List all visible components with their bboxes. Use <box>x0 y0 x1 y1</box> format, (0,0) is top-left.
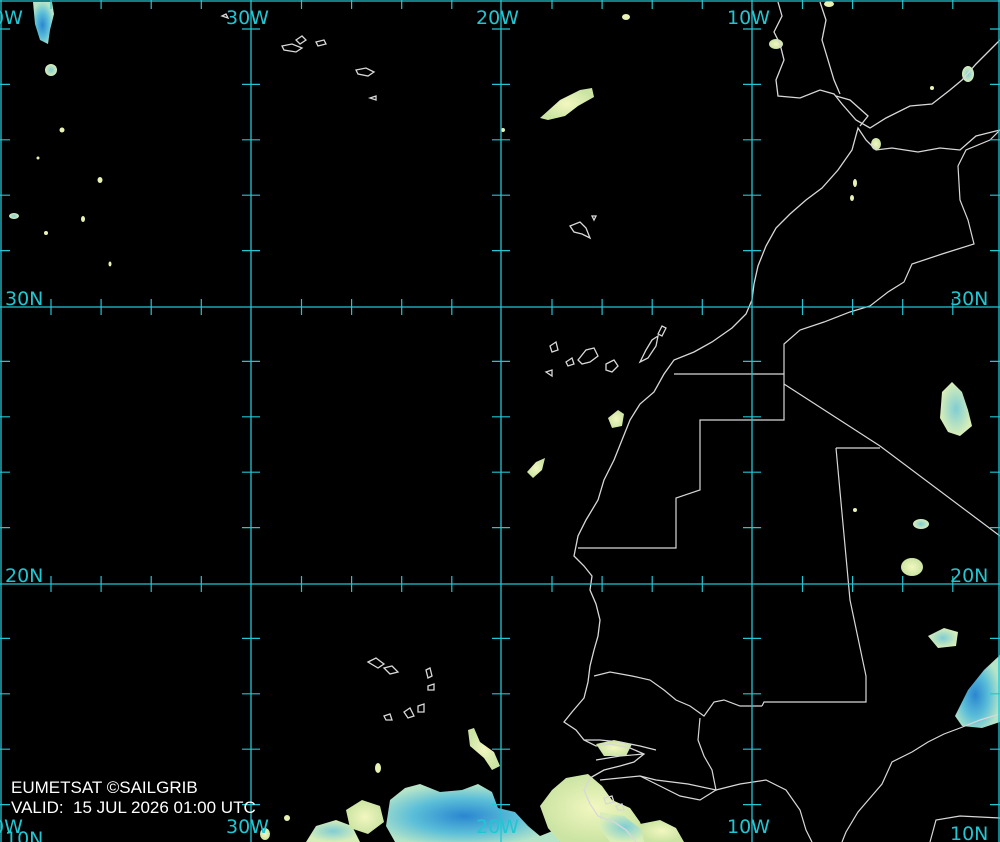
lon-label-bottom-20w: 20W <box>476 816 519 838</box>
lon-label-top-40w: 0W <box>0 7 23 29</box>
cloud-patch <box>824 1 834 7</box>
cloud-patch <box>36 156 40 160</box>
cloud-patch <box>9 213 19 219</box>
cloud-patch <box>45 64 57 76</box>
cloud-patch <box>108 261 112 267</box>
cloud-patch <box>81 216 85 222</box>
lon-label-bottom-10w: 10W <box>727 816 770 838</box>
lon-label-top-30w: 30W <box>226 7 269 29</box>
map-background <box>0 0 1000 842</box>
credit-line: EUMETSAT ©SAILGRIB <box>11 778 198 797</box>
lat-label-left-20n: 20N <box>5 565 43 587</box>
lon-label-bottom-40w: 0W <box>0 816 23 838</box>
lon-label-top-20w: 20W <box>476 7 519 29</box>
cloud-patch <box>853 179 857 187</box>
cloud-patch <box>44 231 48 235</box>
cloud-patch <box>853 508 857 512</box>
valid-time-line: VALID: 15 JUL 2026 01:00 UTC <box>11 798 256 817</box>
cloud-patch <box>901 558 923 576</box>
cloud-patch <box>850 195 854 201</box>
cloud-patch <box>930 86 934 90</box>
satellite-map: 0W 30W 20W 10W 30N 20N 10N 30N 20N 10N 0… <box>0 0 1000 842</box>
lat-label-right-10n: 10N <box>950 823 988 842</box>
cloud-patch <box>284 815 290 821</box>
cloud-patch <box>59 127 65 133</box>
cloud-patch <box>375 763 381 773</box>
lat-label-right-30n: 30N <box>950 288 988 310</box>
lat-label-left-30n: 30N <box>5 288 43 310</box>
lon-label-bottom-30w: 30W <box>226 816 269 838</box>
lon-label-top-10w: 10W <box>727 7 770 29</box>
cloud-patch <box>913 519 929 529</box>
cloud-patch <box>97 177 103 183</box>
cloud-patch <box>622 14 630 20</box>
lat-label-right-20n: 20N <box>950 565 988 587</box>
cloud-patch <box>871 138 881 150</box>
